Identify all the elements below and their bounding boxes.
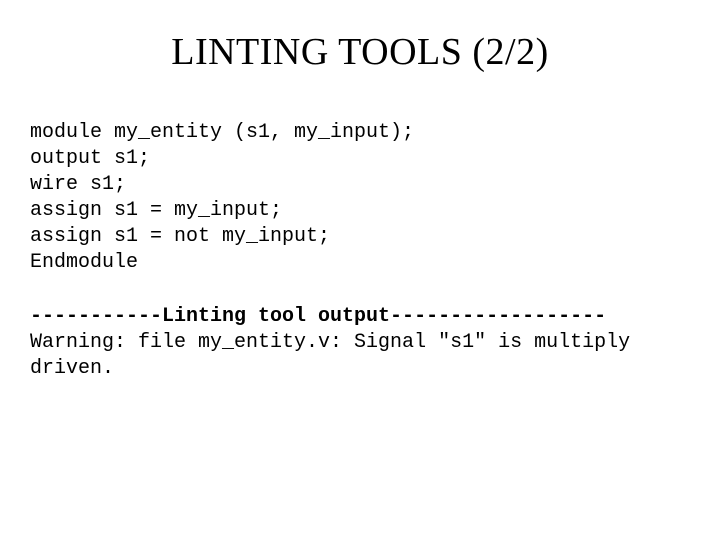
output-block: -----------Linting tool output----------…	[30, 304, 690, 382]
code-line-6: Endmodule	[30, 251, 138, 274]
slide-title: LINTING TOOLS (2/2)	[30, 30, 690, 74]
output-header: -----------Linting tool output----------…	[30, 305, 606, 328]
code-line-4: assign s1 = my_input;	[30, 199, 282, 222]
code-line-5: assign s1 = not my_input;	[30, 225, 330, 248]
code-line-3: wire s1;	[30, 173, 126, 196]
code-line-2: output s1;	[30, 147, 150, 170]
slide: LINTING TOOLS (2/2) module my_entity (s1…	[0, 0, 720, 540]
output-warning: Warning: file my_entity.v: Signal "s1" i…	[30, 331, 642, 380]
code-block: module my_entity (s1, my_input); output …	[30, 94, 690, 276]
code-line-1: module my_entity (s1, my_input);	[30, 121, 414, 144]
